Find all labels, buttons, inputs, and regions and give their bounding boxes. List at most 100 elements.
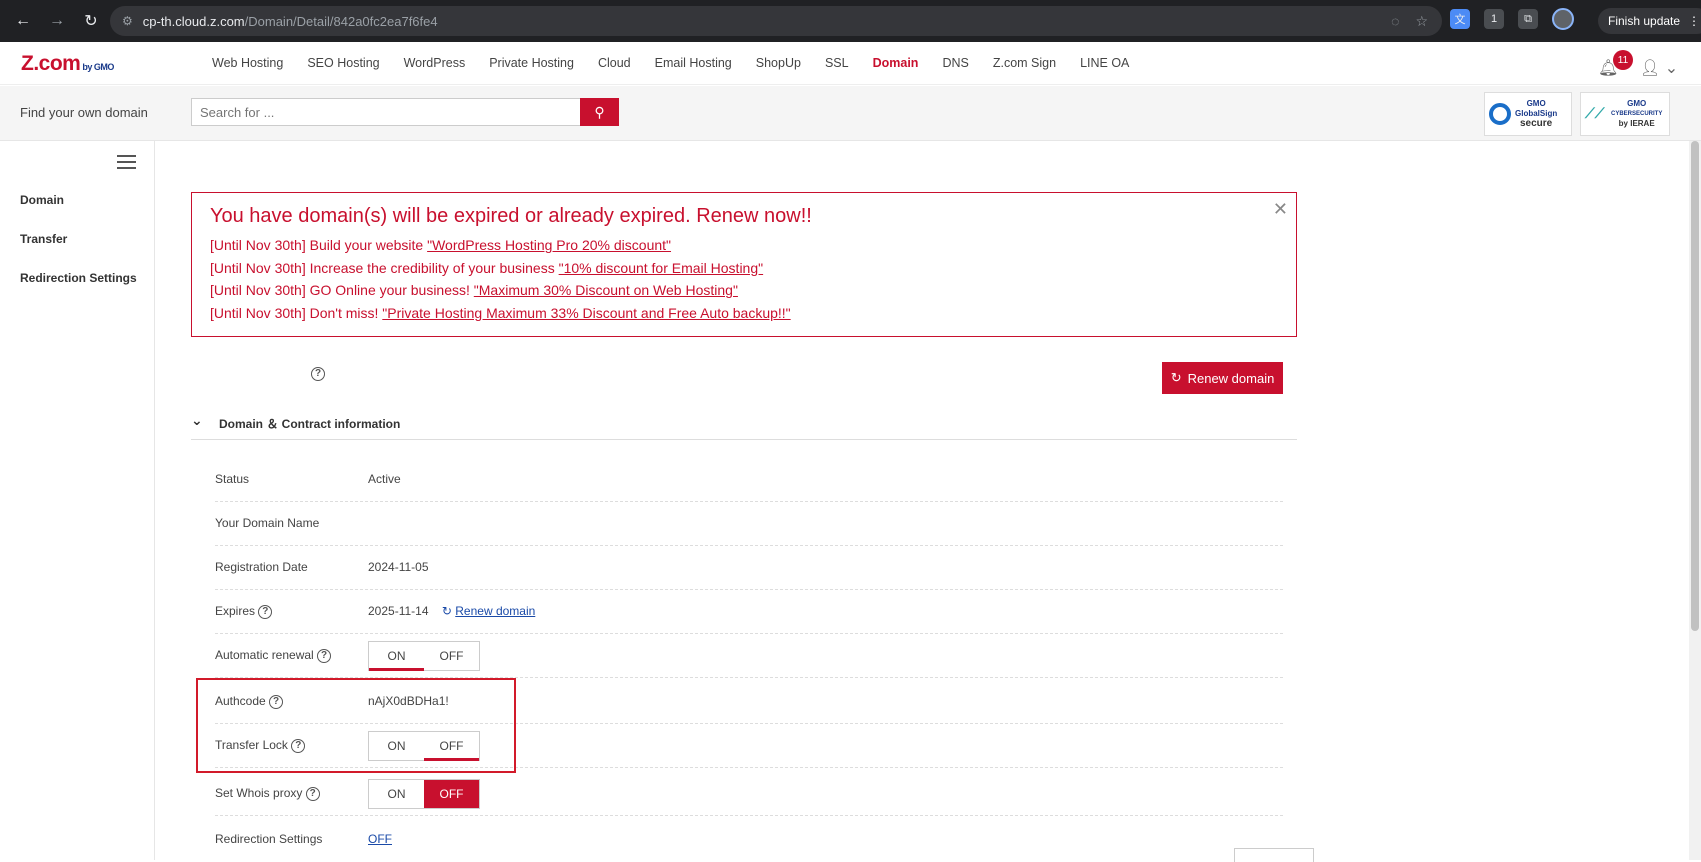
nav-seo-hosting[interactable]: SEO Hosting	[307, 56, 379, 70]
expires-label: Expires ?	[215, 604, 273, 619]
sidebar-item-redirection-settings[interactable]: Redirection Settings	[20, 271, 137, 285]
ierae-name: by IERAE	[1618, 119, 1655, 128]
globalsign-secure: secure	[1519, 118, 1553, 129]
search-button[interactable]: ⚲	[580, 98, 619, 126]
redirection-off-link[interactable]: OFF	[368, 832, 392, 846]
user-menu-icon[interactable]: 👤︎ ⌄	[1640, 58, 1678, 78]
hamburger-menu-icon[interactable]	[117, 155, 136, 169]
globalsign-logo-icon	[1489, 103, 1511, 125]
renew-domain-link[interactable]: Renew domain	[455, 604, 535, 618]
whois-proxy-on[interactable]: ON	[369, 780, 424, 808]
reload-icon[interactable]: ↻	[80, 10, 102, 32]
finish-update-button[interactable]: Finish update ⋮	[1598, 8, 1701, 34]
eye-off-icon[interactable]: ◌	[1391, 13, 1399, 30]
ierae-gmo: GMO	[1627, 99, 1647, 108]
logo-sub: by GMO	[82, 62, 114, 72]
question-help-icon[interactable]: ?	[305, 786, 320, 801]
url-path: /Domain/Detail/842a0fc2ea7f6fe4	[244, 13, 438, 29]
globalsign-gmo: GMO	[1526, 99, 1546, 108]
whois-proxy-toggle: ON OFF	[368, 779, 480, 809]
domain-contract-section-header[interactable]: ⌄ Domain ＆ Contract information	[191, 406, 1297, 440]
domain-name-row: Your Domain Name	[215, 502, 1283, 546]
ierae-cybersecurity-badge[interactable]: ⟋⟋ GMO CYBERSECURITY by IERAE	[1580, 92, 1670, 136]
nav-ssl[interactable]: SSL	[825, 56, 849, 70]
question-help-icon[interactable]: ?	[258, 604, 273, 619]
alert-line: [Until Nov 30th] Don't miss! "Private Ho…	[210, 302, 1278, 325]
close-icon[interactable]: ✕	[1273, 199, 1288, 220]
nav-dns[interactable]: DNS	[942, 56, 968, 70]
back-icon[interactable]: ←	[12, 10, 34, 32]
page-scrollbar[interactable]	[1689, 141, 1701, 860]
automatic-renewal-row: Automatic renewal ? ON OFF	[215, 634, 1283, 678]
nav-shopup[interactable]: ShopUp	[756, 56, 801, 70]
notification-badge: 11	[1613, 50, 1633, 70]
alert-line-text: [Until Nov 30th] Increase the credibilit…	[210, 259, 559, 276]
scrollbar-thumb[interactable]	[1691, 141, 1699, 631]
whois-proxy-row: Set Whois proxy ? ON OFF	[215, 772, 1283, 816]
puzzle-extensions-icon[interactable]: ⧉	[1518, 9, 1538, 29]
redirection-settings-row: Redirection Settings OFF	[215, 818, 1283, 862]
translate-extension-icon[interactable]: 文	[1450, 9, 1470, 29]
renewal-alert: You have domain(s) will be expired or al…	[191, 192, 1297, 337]
nav-domain[interactable]: Domain	[873, 56, 919, 70]
site-info-icon[interactable]: ⚙	[122, 14, 133, 28]
nav-email-hosting[interactable]: Email Hosting	[655, 56, 732, 70]
find-domain-label: Find your own domain	[20, 105, 148, 120]
domain-search-input[interactable]	[191, 98, 581, 126]
alert-line: [Until Nov 30th] Build your website "Wor…	[210, 234, 1278, 257]
finish-update-label: Finish update	[1608, 14, 1681, 28]
nav-wordpress[interactable]: WordPress	[404, 56, 466, 70]
nav-zcom-sign[interactable]: Z.com Sign	[993, 56, 1056, 70]
section-title: Domain ＆ Contract information	[219, 417, 401, 431]
alert-line-text: [Until Nov 30th] Don't miss!	[210, 304, 383, 321]
highlight-annotation-box	[196, 678, 516, 773]
whois-proxy-label-text: Set Whois proxy	[215, 786, 303, 800]
browser-toolbar: ← → ↻ ⚙ cp-th.cloud.z.com /Domain/Detail…	[0, 0, 1701, 42]
nav-private-hosting[interactable]: Private Hosting	[489, 56, 574, 70]
whois-proxy-label: Set Whois proxy ?	[215, 786, 320, 801]
redirection-settings-value: OFF	[368, 832, 392, 846]
ierae-cyber: CYBERSECURITY	[1611, 111, 1663, 117]
domain-name-label: Your Domain Name	[215, 516, 320, 530]
promo-link-email[interactable]: "10% discount for Email Hosting"	[559, 260, 763, 276]
status-label: Status	[215, 472, 250, 486]
forward-icon[interactable]: →	[46, 10, 68, 32]
zcom-logo[interactable]: Z.com by GMO	[21, 52, 114, 76]
globalsign-secure-badge[interactable]: GMO GlobalSign secure	[1484, 92, 1572, 136]
nav-line-oa[interactable]: LINE OA	[1080, 56, 1129, 70]
expires-label-text: Expires	[215, 604, 256, 618]
redirection-settings-label: Redirection Settings	[215, 832, 323, 846]
renew-domain-label: Renew domain	[1187, 370, 1275, 386]
registration-date-row: Registration Date 2024-11-05	[215, 546, 1283, 590]
automatic-renewal-on[interactable]: ON	[369, 642, 424, 671]
nav-cloud[interactable]: Cloud	[598, 56, 631, 70]
automatic-renewal-label: Automatic renewal ?	[215, 648, 332, 663]
promo-link-web-hosting[interactable]: "Maximum 30% Discount on Web Hosting"	[474, 282, 738, 298]
alert-line: [Until Nov 30th] GO Online your business…	[210, 279, 1278, 302]
whois-proxy-off[interactable]: OFF	[424, 780, 479, 808]
renew-domain-button[interactable]: ↻ Renew domain	[1162, 362, 1283, 394]
sidebar-item-domain[interactable]: Domain	[20, 193, 64, 207]
url-host: cp-th.cloud.z.com	[142, 13, 245, 29]
domain-search-strip: Find your own domain ⚲ GMO GlobalSign se…	[0, 86, 1701, 141]
sidebar-item-transfer[interactable]: Transfer	[20, 232, 67, 246]
registration-date-value: 2024-11-05	[368, 560, 429, 574]
question-help-icon[interactable]: ?	[317, 648, 332, 663]
alert-line-text: [Until Nov 30th] GO Online your business…	[210, 282, 474, 298]
automatic-renewal-off[interactable]: OFF	[424, 642, 479, 670]
promo-link-private-hosting[interactable]: "Private Hosting Maximum 33% Discount an…	[382, 305, 790, 321]
registration-date-label: Registration Date	[215, 560, 308, 574]
bookmark-star-icon[interactable]: ☆	[1415, 13, 1428, 30]
chevron-down-icon: ⌄	[191, 412, 203, 428]
search-icon: ⚲	[594, 103, 605, 120]
extension-icon[interactable]: 1	[1484, 9, 1504, 29]
address-bar[interactable]: ⚙ cp-th.cloud.z.com /Domain/Detail/842a0…	[110, 6, 1442, 36]
site-header: Z.com by GMO Web Hosting SEO Hosting Word…	[0, 42, 1701, 85]
nav-web-hosting[interactable]: Web Hosting	[212, 56, 283, 70]
promo-link-wordpress[interactable]: "WordPress Hosting Pro 20% discount"	[427, 237, 671, 253]
status-value: Active	[368, 472, 401, 486]
automatic-renewal-toggle: ON OFF	[368, 641, 480, 671]
profile-avatar[interactable]	[1552, 8, 1574, 30]
expires-date: 2025-11-14	[368, 604, 429, 618]
question-help-icon[interactable]: ?	[311, 365, 325, 383]
